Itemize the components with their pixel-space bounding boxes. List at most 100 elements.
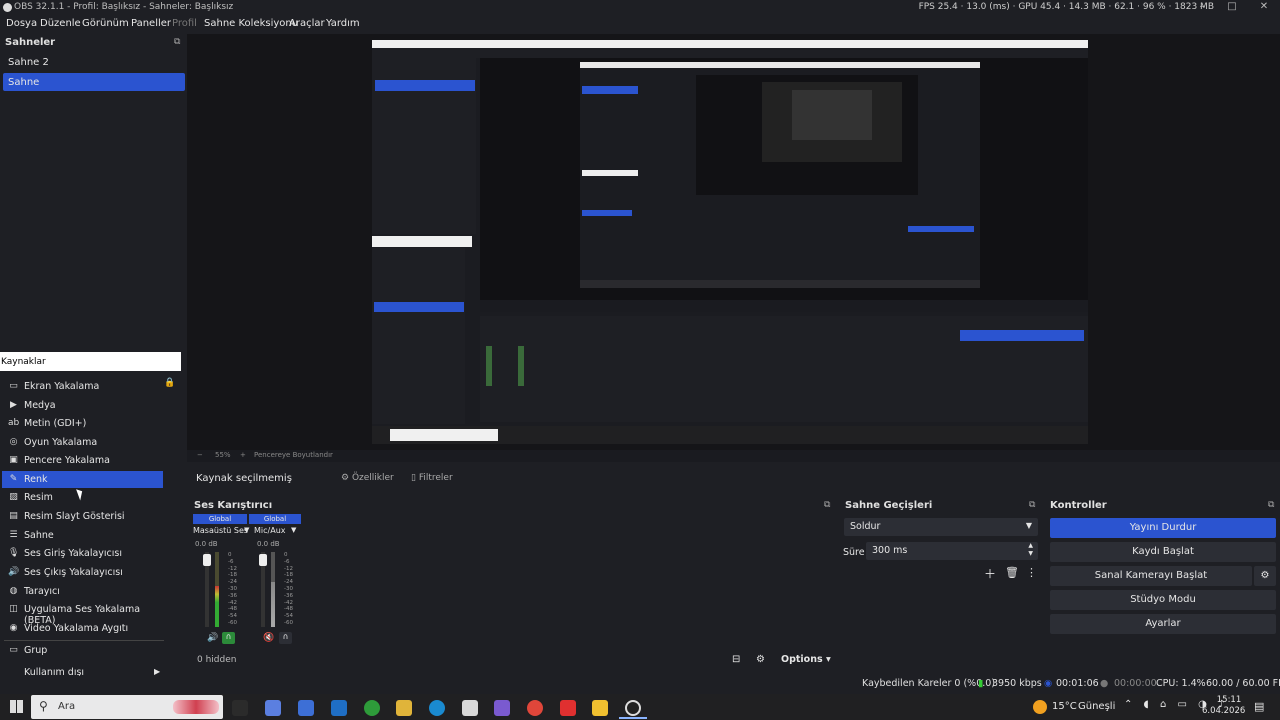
- transition-select[interactable]: Soldur ▼: [844, 518, 1038, 536]
- start-icon[interactable]: [10, 700, 23, 713]
- record-time: 00:00:00: [1114, 678, 1157, 689]
- muted-speaker-icon[interactable]: 🔇: [263, 633, 274, 643]
- menu-item-label: Ekran Yakalama: [24, 381, 100, 392]
- notification-icon[interactable]: ▤: [1254, 700, 1264, 713]
- close-icon[interactable]: ✕: [1254, 1, 1274, 12]
- gear-icon[interactable]: ⚙: [1254, 566, 1276, 586]
- gear-icon[interactable]: ⚙: [756, 654, 765, 665]
- obs-icon[interactable]: [625, 700, 641, 716]
- folder-icon: ▭: [9, 645, 18, 655]
- scene-item-selected[interactable]: Sahne: [3, 73, 185, 91]
- minimize-icon[interactable]: –: [1192, 1, 1212, 12]
- channel-name[interactable]: Mic/Aux: [254, 526, 286, 535]
- menu-item-app-audio[interactable]: ◫ Uygulama Ses Yakalama (BETA): [2, 601, 163, 626]
- search-box[interactable]: ⚲ Ara: [31, 695, 223, 719]
- slider-handle[interactable]: [203, 554, 211, 566]
- studio-mode-button[interactable]: Stüdyo Modu: [1050, 590, 1276, 610]
- tick-label: -30: [284, 585, 293, 592]
- tick-label: -24: [228, 579, 237, 586]
- menu-item-audio-output[interactable]: 🔊 Ses Çıkış Yakalayıcısı: [2, 564, 163, 581]
- settings-button[interactable]: Ayarlar: [1050, 614, 1276, 634]
- scenes-dock: Sahneler ⧉ Sahne 2 Sahne: [0, 34, 187, 350]
- menu-file[interactable]: Dosya: [6, 18, 37, 29]
- menu-item-slideshow[interactable]: ▤ Resim Slayt Gösterisi: [2, 508, 163, 525]
- preview-canvas[interactable]: [372, 40, 1088, 444]
- headphones-icon[interactable]: ∩: [279, 632, 292, 644]
- slider-handle[interactable]: [259, 554, 267, 566]
- menu-help[interactable]: Yardım: [326, 18, 360, 29]
- trash-icon[interactable]: 🗑: [1005, 566, 1019, 579]
- menu-item-text[interactable]: ab Metin (GDI+): [2, 415, 163, 432]
- maximize-icon[interactable]: □: [1222, 1, 1242, 12]
- folder-icon[interactable]: [396, 700, 412, 716]
- menu-tools[interactable]: Araçlar: [289, 18, 325, 29]
- sun-icon: [1033, 700, 1047, 714]
- menu-item-label: Ses Giriş Yakalayıcısı: [24, 548, 123, 559]
- menu-item-scene[interactable]: ☰ Sahne: [2, 527, 163, 544]
- menu-docks[interactable]: Paneller: [131, 18, 171, 29]
- xbox-icon[interactable]: [364, 700, 380, 716]
- copilot-icon[interactable]: [265, 700, 281, 716]
- undock-icon[interactable]: ⧉: [1029, 500, 1035, 510]
- weather-desc: Güneşli: [1078, 701, 1116, 712]
- options-button[interactable]: Options ▾: [781, 654, 831, 665]
- menu-item-window-capture[interactable]: ▣ Pencere Yakalama: [2, 452, 163, 469]
- menu-item-game-capture[interactable]: ◎ Oyun Yakalama: [2, 434, 163, 451]
- menu-scene-collection[interactable]: Sahne Koleksiyonu: [204, 18, 298, 29]
- task-view-icon[interactable]: [232, 700, 248, 716]
- menu-item-color[interactable]: ✎ Renk: [2, 471, 163, 488]
- menu-edit[interactable]: Düzenle: [40, 18, 81, 29]
- headphones-icon[interactable]: ∩: [222, 632, 235, 644]
- sources-dock-title: Kaynaklar: [0, 352, 181, 371]
- undock-icon[interactable]: ⧉: [1268, 500, 1274, 510]
- monitor-icon: ▭: [9, 381, 18, 391]
- menu-item-video-capture[interactable]: ◉ Video Yakalama Aygıtı: [2, 620, 163, 637]
- mail-icon[interactable]: [331, 700, 347, 716]
- tick-label: -18: [228, 572, 237, 579]
- text-icon: ab: [8, 418, 20, 428]
- menu-item-browser[interactable]: ◍ Tarayıcı: [2, 583, 163, 600]
- properties-button[interactable]: ⚙ Özellikler: [337, 470, 403, 488]
- clock-time[interactable]: 15:11: [1212, 695, 1246, 705]
- zoom-in-icon[interactable]: +: [240, 451, 246, 459]
- virtual-cam-button[interactable]: Sanal Kamerayı Başlat: [1050, 566, 1252, 586]
- play-icon: ▶: [10, 400, 17, 410]
- menu-view[interactable]: Görünüm: [82, 18, 129, 29]
- scene-item[interactable]: Sahne 2: [3, 53, 185, 71]
- edge-icon[interactable]: [429, 700, 445, 716]
- app-icon[interactable]: [462, 700, 478, 716]
- youtube-icon[interactable]: [560, 700, 576, 716]
- store-icon[interactable]: [298, 700, 314, 716]
- tick-label: -60: [284, 619, 293, 626]
- start-record-button[interactable]: Kaydı Başlat: [1050, 542, 1276, 562]
- slideshow-icon: ▤: [9, 511, 18, 521]
- menu-item-audio-input[interactable]: 🎙 Ses Giriş Yakalayıcısı: [2, 545, 163, 562]
- zoom-level: 55%: [215, 451, 231, 459]
- stepper-icon[interactable]: ▲ ▼: [1028, 542, 1033, 558]
- duration-input[interactable]: 300 ms ▲ ▼: [866, 542, 1038, 560]
- teams-icon[interactable]: [494, 700, 510, 716]
- menu-profile[interactable]: Profil: [172, 18, 197, 29]
- menu-item-media[interactable]: ▶ Medya: [2, 397, 163, 414]
- lock-icon[interactable]: 🔒: [164, 378, 175, 388]
- chrome-icon[interactable]: [527, 700, 543, 716]
- undock-icon[interactable]: ⧉: [824, 500, 830, 510]
- clock-date[interactable]: 6.04.2026: [1202, 706, 1245, 716]
- scale-mode[interactable]: Pencereye Boyutlandır: [254, 451, 333, 459]
- menu-item-screen-capture[interactable]: ▭ Ekran Yakalama: [2, 378, 163, 395]
- capcut-icon[interactable]: [592, 700, 608, 716]
- speaker-icon[interactable]: 🔊: [207, 633, 218, 643]
- menu-item-group[interactable]: ▭ Grup: [2, 642, 163, 659]
- chevron-down-icon[interactable]: ▼: [244, 526, 249, 534]
- menu-item-label: Grup: [24, 645, 48, 656]
- layout-icon[interactable]: ⊟: [732, 654, 740, 665]
- more-icon[interactable]: ⋮: [1026, 566, 1037, 579]
- filters-button[interactable]: ▯ Filtreler: [407, 470, 459, 488]
- globe-icon: ◍: [9, 586, 18, 596]
- zoom-out-icon[interactable]: −: [197, 451, 203, 459]
- channel-name[interactable]: Masaüstü Ses: [193, 526, 248, 535]
- undock-icon[interactable]: ⧉: [174, 37, 180, 47]
- add-icon[interactable]: ＋: [984, 565, 996, 582]
- chevron-down-icon[interactable]: ▼: [291, 526, 296, 534]
- stop-stream-button[interactable]: Yayını Durdur: [1050, 518, 1276, 538]
